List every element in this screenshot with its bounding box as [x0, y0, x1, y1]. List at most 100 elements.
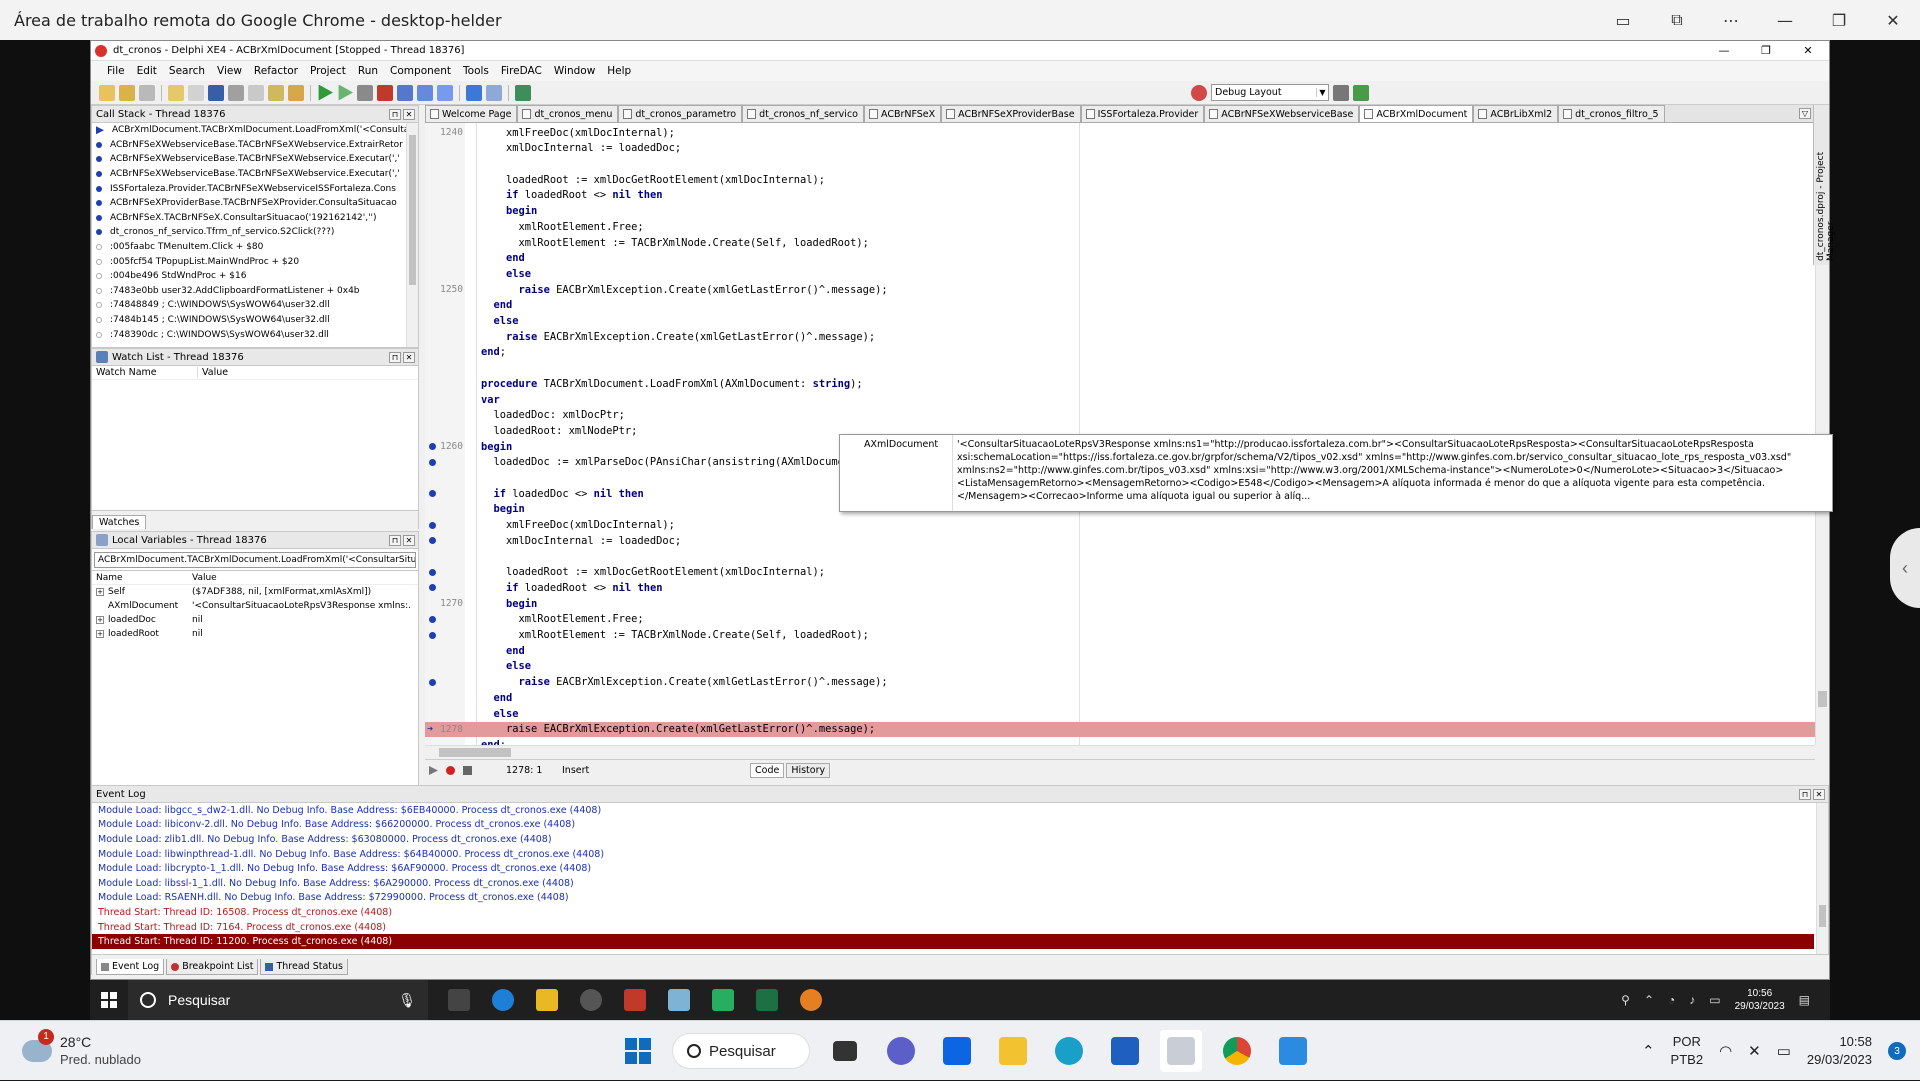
event-log-row[interactable]: Thread Start: Thread ID: 16508. Process …: [92, 905, 1828, 920]
step-over-icon[interactable]: [417, 84, 433, 101]
breakpoint-dot-icon[interactable]: [429, 584, 436, 592]
breakpoint-dot-icon[interactable]: [429, 615, 436, 623]
remote-search-box[interactable]: Pesquisar 🎙: [128, 980, 428, 1020]
code-line[interactable]: xmlRootElement := TACBrXmlNode.Create(Se…: [425, 627, 1815, 642]
editor-tab[interactable]: Welcome Page: [425, 105, 518, 122]
call-stack-row[interactable]: ACBrNFSeXWebserviceBase.TACBrNFSeXWebser…: [92, 138, 418, 153]
ide-minimize-button[interactable]: —: [1703, 44, 1745, 57]
back-icon[interactable]: [466, 84, 482, 101]
tab-list-icon[interactable]: ▽: [1799, 108, 1811, 119]
code-line[interactable]: end;: [425, 345, 1815, 360]
tool-app-icon[interactable]: [800, 989, 822, 1011]
toggle-form-unit-icon[interactable]: [248, 84, 264, 101]
breakpoint-dot-icon[interactable]: [429, 631, 436, 639]
pause-icon[interactable]: [357, 84, 373, 101]
code-line[interactable]: end: [425, 643, 1815, 658]
teams-button[interactable]: [880, 1030, 922, 1072]
forward-icon[interactable]: [486, 84, 502, 101]
event-log-row[interactable]: Module Load: zlib1.dll. No Debug Info. B…: [92, 832, 1828, 847]
remove-file-icon[interactable]: [288, 84, 304, 101]
call-stack-row[interactable]: ISSFortaleza.Provider.TACBrNFSeXWebservi…: [92, 181, 418, 196]
reopen-icon[interactable]: [188, 84, 204, 101]
close-file-icon[interactable]: [228, 84, 244, 101]
close-icon[interactable]: ✕: [403, 108, 415, 120]
call-stack-row[interactable]: :7484b145 ; C:\WINDOWS\SysWOW64\user32.d…: [92, 313, 418, 328]
set-debug-desktop-icon[interactable]: [1353, 84, 1369, 101]
event-log-scrollbar[interactable]: [1816, 803, 1828, 954]
side-panel-handle[interactable]: ‹: [1890, 528, 1920, 608]
chrome-button[interactable]: [1216, 1030, 1258, 1072]
code-line[interactable]: xmlRootElement.Free;: [425, 612, 1815, 627]
call-stack-scrollbar[interactable]: [406, 123, 418, 347]
event-log-row[interactable]: Module Load: libgcc_s_dw2-1.dll. No Debu…: [92, 803, 1828, 818]
deploy-icon[interactable]: [515, 84, 531, 101]
editor-tab[interactable]: ACBrNFSeXWebserviceBase: [1204, 105, 1360, 122]
menu-project[interactable]: Project: [304, 65, 352, 77]
code-line[interactable]: 1270 begin: [425, 596, 1815, 611]
menu-component[interactable]: Component: [384, 65, 457, 77]
code-line[interactable]: else: [425, 313, 1815, 328]
notifications-icon[interactable]: ▤: [1799, 993, 1810, 1007]
call-stack-row[interactable]: :004be496 StdWndProc + $16: [92, 269, 418, 284]
file-explorer-button[interactable]: [992, 1030, 1034, 1072]
trace-into-icon[interactable]: [437, 84, 453, 101]
tab-watches[interactable]: Watches: [92, 515, 147, 529]
more-options-icon[interactable]: ⋯: [1704, 11, 1758, 30]
event-log-row[interactable]: Module Load: RSAENH.dll. No Debug Info. …: [92, 891, 1828, 906]
menu-search[interactable]: Search: [163, 65, 211, 77]
editor-tab[interactable]: dt_cronos_nf_servico: [742, 105, 864, 122]
file-explorer-icon[interactable]: [536, 989, 558, 1011]
ide-close-button[interactable]: ✕: [1787, 44, 1829, 57]
run-icon[interactable]: [318, 84, 333, 101]
record-macro-icon[interactable]: [446, 766, 455, 775]
input-icon[interactable]: ▭: [1709, 993, 1720, 1007]
expand-icon[interactable]: +: [96, 616, 104, 624]
play-macro-icon[interactable]: [429, 766, 438, 775]
event-log-list[interactable]: Module Load: libgcc_s_dw2-1.dll. No Debu…: [91, 803, 1829, 955]
code-line[interactable]: 1240 xmlFreeDoc(xmlDocInternal);: [425, 125, 1815, 140]
people-icon[interactable]: ⚲: [1621, 993, 1630, 1007]
local-variable-row[interactable]: + loadedRoot nil: [92, 627, 418, 641]
edge-icon[interactable]: [492, 989, 514, 1011]
code-line[interactable]: else: [425, 706, 1815, 721]
save-all-icon[interactable]: [139, 84, 155, 101]
breakpoint-dot-icon[interactable]: [429, 537, 436, 545]
stop-icon[interactable]: [377, 84, 393, 101]
save-icon[interactable]: [208, 84, 224, 101]
code-line[interactable]: end;: [425, 737, 1815, 745]
code-line[interactable]: var: [425, 392, 1815, 407]
close-icon[interactable]: ✕: [1813, 788, 1825, 800]
local-variable-row[interactable]: + loadedDoc nil: [92, 613, 418, 627]
project-manager-strip[interactable]: dt_cronos.dproj - Project Manager: [1813, 105, 1836, 265]
menu-view[interactable]: View: [211, 65, 248, 77]
task-view-button[interactable]: [824, 1030, 866, 1072]
local-variable-row[interactable]: AXmlDocument '<ConsultarSituacaoLoteRpsV3…: [92, 599, 418, 613]
call-stack-row[interactable]: ACBrNFSeX.TACBrNFSeX.ConsultarSituacao('…: [92, 211, 418, 226]
tab-history[interactable]: History: [786, 763, 831, 778]
event-log-row[interactable]: Module Load: libiconv-2.dll. No Debug In…: [92, 818, 1828, 833]
tab-breakpoint-list[interactable]: Breakpoint List: [166, 959, 259, 975]
local-variable-row[interactable]: + Self ($7ADF388, nil, [xmlFormat,xmlAsXml…: [92, 585, 418, 599]
edge-button[interactable]: [1048, 1030, 1090, 1072]
menu-run[interactable]: Run: [352, 65, 384, 77]
tab-code[interactable]: Code: [750, 763, 785, 778]
pin-icon[interactable]: ⊓: [389, 351, 401, 363]
menu-window[interactable]: Window: [548, 65, 601, 77]
clipboard-icon[interactable]: ▭: [1596, 11, 1650, 30]
code-line[interactable]: loadedRoot := xmlDocGetRootElement(xmlDo…: [425, 172, 1815, 187]
code-line[interactable]: [425, 361, 1815, 376]
call-stack-row[interactable]: ACBrNFSeXProviderBase.TACBrNFSeXProvider…: [92, 196, 418, 211]
stop-macro-icon[interactable]: [463, 766, 472, 775]
code-line[interactable]: xmlFreeDoc(xmlDocInternal);: [425, 518, 1815, 533]
breakpoint-dot-icon[interactable]: [429, 458, 436, 466]
language-indicator[interactable]: POR PTB2: [1671, 1033, 1704, 1069]
desktop-layout-icon[interactable]: [1191, 84, 1207, 101]
code-line[interactable]: if loadedRoot <> nil then: [425, 188, 1815, 203]
event-log-row[interactable]: Thread Start: Thread ID: 7164. Process d…: [92, 920, 1828, 935]
weather-widget[interactable]: 1 28°C Pred. nublado: [0, 1028, 300, 1069]
editor-tab[interactable]: ACBrNFSeX: [863, 105, 942, 122]
start-button[interactable]: [618, 1031, 658, 1071]
save-desktop-icon[interactable]: [1333, 84, 1349, 101]
notes-app-icon[interactable]: [668, 989, 690, 1011]
watch-value-column[interactable]: Value: [198, 367, 228, 378]
